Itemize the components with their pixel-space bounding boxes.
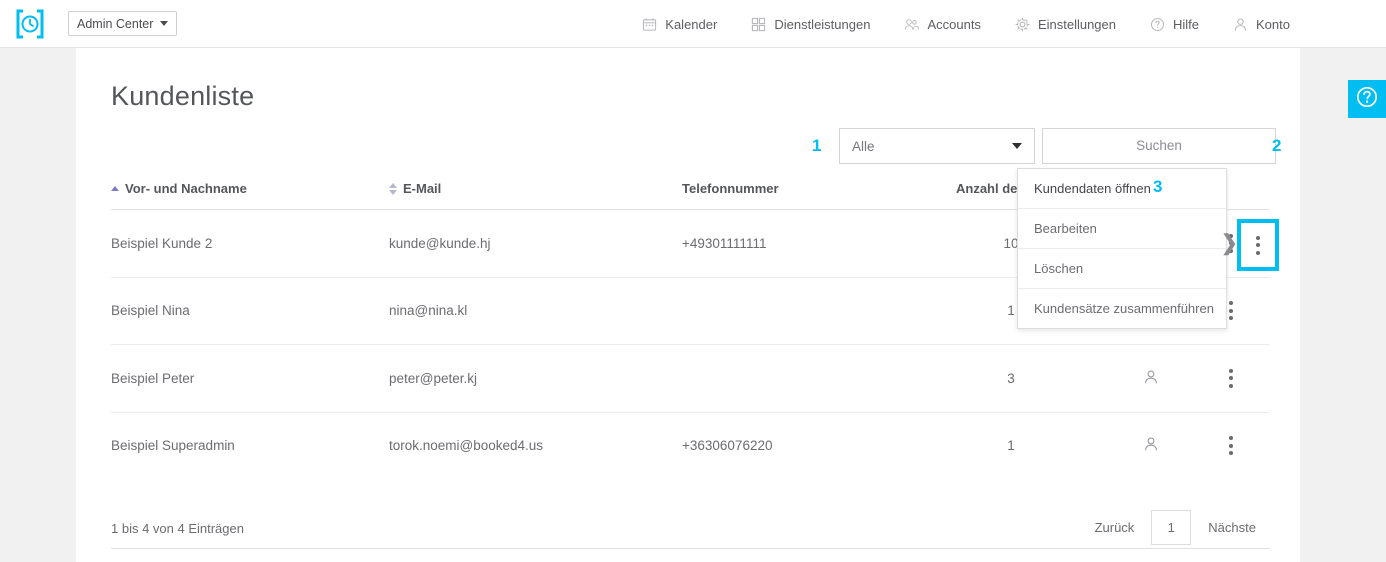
nav-item-accounts[interactable]: Accounts xyxy=(904,16,981,32)
search-input[interactable]: Suchen xyxy=(1042,128,1276,164)
column-header-count[interactable]: Anzahl der xyxy=(956,181,1022,196)
cell-count: 3 xyxy=(1007,370,1015,386)
people-icon xyxy=(904,17,920,32)
column-header-phone[interactable]: Telefonnummer xyxy=(682,181,779,196)
brand-select[interactable]: Admin Center xyxy=(68,11,178,36)
cell-email: peter@peter.kj xyxy=(389,370,478,386)
table-row[interactable]: Beispiel Superadmin torok.noemi@booked4.… xyxy=(111,413,1270,480)
row-menu-button[interactable] xyxy=(1201,413,1261,480)
menu-item-bearbeiten[interactable]: Bearbeiten xyxy=(1018,209,1226,249)
cell-user-icon xyxy=(1111,413,1191,480)
gear-icon xyxy=(1015,17,1030,32)
nav-label: Dienstleistungen xyxy=(774,16,871,32)
cell-email: torok.noemi@booked4.us xyxy=(389,438,544,454)
column-header-email[interactable]: E-Mail xyxy=(389,181,441,196)
page-title: Kundenliste xyxy=(111,81,255,111)
main-nav: Kalender Dienstleistungen Accounts Einst… xyxy=(642,0,1290,48)
cell-phone: +36306076220 xyxy=(682,438,773,454)
table-row[interactable]: Beispiel Peter peter@peter.kj 3 xyxy=(111,345,1270,413)
kebab-menu-icon[interactable] xyxy=(1221,433,1241,458)
sort-both-icon xyxy=(389,182,397,195)
row-context-menu: Kundendaten öffnen Bearbeiten Löschen Ku… xyxy=(1017,168,1227,329)
menu-item-loeschen[interactable]: Löschen xyxy=(1018,249,1226,289)
kebab-menu-icon[interactable] xyxy=(1221,366,1241,391)
menu-item-kundendaten-oeffnen[interactable]: Kundendaten öffnen xyxy=(1018,169,1226,209)
right-gutter xyxy=(1300,48,1386,562)
kebab-menu-icon[interactable] xyxy=(1248,233,1268,258)
cell-email: nina@nina.kl xyxy=(389,303,468,319)
highlighted-row-menu-button[interactable] xyxy=(1237,219,1279,271)
filter-select-value: Alle xyxy=(852,138,875,154)
cell-user-icon xyxy=(1111,345,1191,412)
annotation-3: 3 xyxy=(1153,177,1163,196)
pagination: Zurück 1 Nächste xyxy=(1081,510,1270,545)
row-menu-button[interactable] xyxy=(1201,345,1261,412)
help-tab-button[interactable] xyxy=(1348,80,1386,118)
cell-name: Beispiel Peter xyxy=(111,370,195,386)
person-icon xyxy=(1233,17,1248,32)
column-header-label: Telefonnummer xyxy=(682,181,779,196)
nav-label: Einstellungen xyxy=(1037,16,1116,32)
column-header-label: Vor- und Nachname xyxy=(125,181,247,196)
annotation-2: 2 xyxy=(1272,136,1282,155)
nav-item-konto[interactable]: Konto xyxy=(1233,17,1290,32)
nav-label: Accounts xyxy=(927,16,981,32)
brand-select-label: Admin Center xyxy=(77,16,154,31)
caret-down-icon xyxy=(1012,143,1022,149)
top-navigation-bar: Admin Center Kalender Dienstleistungen A… xyxy=(0,0,1386,48)
person-icon xyxy=(1143,369,1159,388)
nav-item-hilfe[interactable]: Hilfe xyxy=(1150,17,1199,32)
cell-name: Beispiel Kunde 2 xyxy=(111,235,213,251)
highlight-pointer-arrow: ❯ xyxy=(1220,230,1239,255)
question-circle-icon xyxy=(1150,17,1165,32)
left-gutter xyxy=(0,48,76,562)
cell-count: 1 xyxy=(1007,438,1015,454)
column-header-label: E-Mail xyxy=(403,181,442,196)
annotation-1: 1 xyxy=(812,136,822,155)
nav-label: Konto xyxy=(1256,16,1290,32)
clock-bracket-logo[interactable] xyxy=(14,8,46,40)
column-header-name[interactable]: Vor- und Nachname xyxy=(111,181,247,196)
menu-item-kundensaetze-zusammenfuehren[interactable]: Kundensätze zusammenführen xyxy=(1018,289,1226,328)
cell-name: Beispiel Superadmin xyxy=(111,438,235,454)
filter-select[interactable]: Alle xyxy=(839,128,1035,164)
sort-ascending-icon xyxy=(111,186,119,191)
grid-squares-icon xyxy=(751,17,766,32)
table-footer-divider xyxy=(111,548,1270,549)
column-header-label: Anzahl der xyxy=(956,181,1023,196)
chevron-down-icon xyxy=(160,21,169,26)
calendar-icon xyxy=(642,17,657,32)
pagination-page-1[interactable]: 1 xyxy=(1151,510,1192,545)
nav-item-einstellungen[interactable]: Einstellungen xyxy=(1015,17,1116,32)
cell-phone: +49301111111 xyxy=(682,235,767,251)
person-icon xyxy=(1143,436,1159,455)
pagination-next[interactable]: Nächste xyxy=(1194,511,1270,544)
table-entry-count: 1 bis 4 von 4 Einträgen xyxy=(111,521,244,536)
nav-item-kalender[interactable]: Kalender xyxy=(642,17,717,32)
nav-label: Kalender xyxy=(665,16,718,32)
cell-name: Beispiel Nina xyxy=(111,303,190,319)
nav-label: Hilfe xyxy=(1173,16,1200,32)
cell-email: kunde@kunde.hj xyxy=(389,235,491,251)
question-circle-icon xyxy=(1355,85,1379,114)
pagination-prev[interactable]: Zurück xyxy=(1081,511,1149,544)
nav-item-dienstleistungen[interactable]: Dienstleistungen xyxy=(751,17,870,32)
